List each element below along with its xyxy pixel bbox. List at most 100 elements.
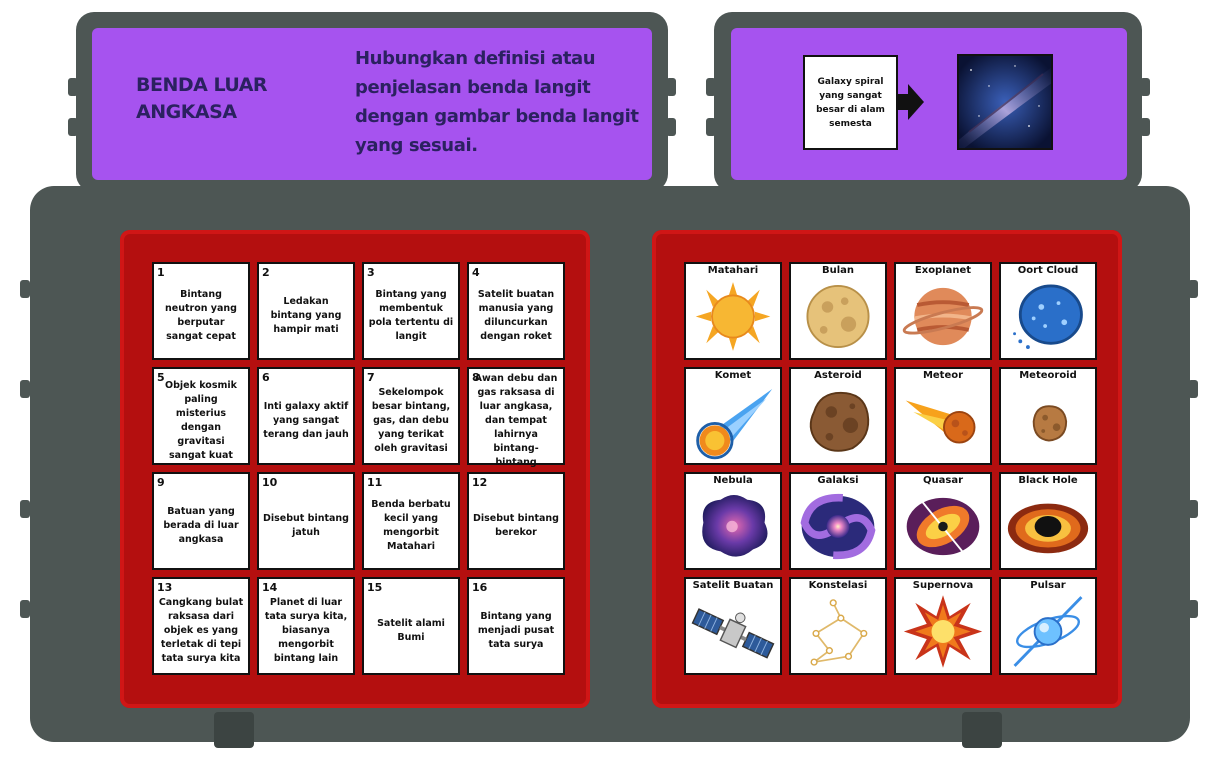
picture-label: Asteroid	[814, 370, 862, 381]
meteoroid-icon	[1032, 405, 1068, 442]
picture-label: Konstelasi	[808, 580, 868, 591]
definition-card[interactable]: 13 Cangkang bulat raksasa dari objek es y…	[152, 577, 250, 675]
definition-card[interactable]: 16 Bintang yang menjadi pusat tata surya	[467, 577, 565, 675]
satellite-icon	[691, 608, 775, 659]
frame-nub	[1140, 78, 1150, 96]
asteroid-icon	[809, 391, 870, 452]
instruction-text: Hubungkan definisi atau penjelasan benda…	[355, 48, 639, 156]
frame-nub	[706, 118, 716, 136]
frame-nub	[1140, 118, 1150, 136]
definition-card[interactable]: 8 Awan debu dan gas raksasa di luar angka…	[467, 367, 565, 468]
picture-card[interactable]: Supernova	[894, 577, 992, 675]
frame-foot	[214, 712, 254, 748]
frame-foot	[962, 712, 1002, 748]
quasar-icon	[906, 497, 980, 558]
example-panel	[731, 28, 1127, 180]
definition-text: Satelit alami Bumi	[377, 618, 445, 643]
exoplanet-icon	[902, 287, 984, 346]
definition-text: Sekelompok besar bintang, gas, dan debu …	[371, 387, 451, 454]
picture-card[interactable]: Quasar	[894, 472, 992, 570]
definition-text: Disebut bintang jatuh	[263, 513, 349, 538]
picture-label: Meteor	[922, 370, 964, 381]
definition-card[interactable]: 6 Inti galaxy aktif yang sangat terang da…	[257, 367, 355, 465]
picture-card[interactable]: Black Hole	[999, 472, 1097, 570]
definition-text: Disebut bintang berekor	[473, 513, 559, 538]
comet-icon	[696, 389, 773, 460]
picture-card[interactable]: Galaksi	[789, 472, 887, 570]
picture-card[interactable]: Nebula	[684, 472, 782, 570]
definition-text: Objek kosmik paling misterius dengan gra…	[165, 380, 237, 461]
picture-card[interactable]: Komet	[684, 367, 782, 465]
definition-text: Bintang yang membentuk pola tertentu di …	[368, 289, 454, 342]
frame-nub	[1188, 500, 1198, 518]
picture-label: Satelit Buatan	[692, 580, 774, 591]
black-hole-icon	[1007, 503, 1089, 554]
example-definition-card: Galaxy spiral yang sangat besar di alam …	[803, 55, 898, 150]
picture-card[interactable]: Pulsar	[999, 577, 1097, 675]
page-title: BENDA LUAR ANGKASA	[136, 74, 268, 123]
definition-card[interactable]: 15 Satelit alami Bumi	[362, 577, 460, 675]
sun-icon	[695, 282, 771, 351]
picture-label: Exoplanet	[914, 265, 972, 276]
picture-label: Galaksi	[817, 475, 859, 486]
definition-text: Bintang yang menjadi pusat tata surya	[477, 611, 555, 650]
frame-nub	[666, 118, 676, 136]
definition-card[interactable]: 4 Satelit buatan manusia yang diluncurkan…	[467, 262, 565, 360]
picture-label: Black Hole	[1018, 475, 1078, 486]
frame-nub	[1188, 380, 1198, 398]
definition-text: Inti galaxy aktif yang sangat terang dan…	[263, 401, 349, 440]
definition-card[interactable]: 14 Planet di luar tata surya kita, biasan…	[257, 577, 355, 675]
frame-nub	[20, 600, 30, 618]
definition-card[interactable]: 1 Bintang neutron yang berputar sangat ce…	[152, 262, 250, 360]
constellation-icon	[810, 599, 868, 666]
picture-label: Supernova	[912, 580, 974, 591]
picture-label: Meteoroid	[1019, 370, 1077, 381]
frame-nub	[20, 280, 30, 298]
definition-card[interactable]: 5 Objek kosmik paling misterius dengan gr…	[152, 367, 250, 465]
picture-card[interactable]: Exoplanet	[894, 262, 992, 360]
picture-label: Oort Cloud	[1017, 265, 1079, 276]
picture-card[interactable]: Meteor	[894, 367, 992, 465]
example-galaxy-image	[957, 54, 1053, 150]
frame-nub	[68, 78, 78, 96]
pictures-grid: Matahari Bulan Exoplanet Oort Cloud Kome…	[684, 262, 1097, 675]
galaxy-icon	[800, 493, 876, 560]
picture-card[interactable]: Bulan	[789, 262, 887, 360]
picture-card[interactable]: Satelit Buatan	[684, 577, 782, 675]
oort-cloud-icon	[1013, 284, 1083, 349]
picture-label: Komet	[714, 370, 752, 381]
picture-card[interactable]: Matahari	[684, 262, 782, 360]
definition-card[interactable]: 7 Sekelompok besar bintang, gas, dan debu…	[362, 367, 460, 465]
definition-text: Bintang neutron yang berputar sangat cep…	[165, 289, 237, 342]
frame-nub	[20, 380, 30, 398]
picture-card[interactable]: Meteoroid	[999, 367, 1097, 465]
picture-label: Quasar	[923, 475, 963, 486]
picture-card[interactable]: Konstelasi	[789, 577, 887, 675]
definition-card[interactable]: 12 Disebut bintang berekor	[467, 472, 565, 570]
definition-card[interactable]: 3 Bintang yang membentuk pola tertentu di…	[362, 262, 460, 360]
definition-text: Satelit buatan manusia yang diluncurkan …	[477, 289, 555, 342]
definition-card[interactable]: 11 Benda berbatu kecil yang mengorbit Mat…	[362, 472, 460, 570]
pulsar-icon	[1013, 596, 1083, 667]
frame-nub	[666, 78, 676, 96]
frame-nub	[1188, 280, 1198, 298]
definition-card[interactable]: 9 Batuan yang berada di luar angkasa	[152, 472, 250, 570]
frame-nub	[1188, 600, 1198, 618]
meteor-icon	[905, 400, 976, 444]
definition-text: Cangkang bulat raksasa dari objek es yan…	[158, 597, 244, 664]
definition-card[interactable]: 2 Ledakan bintang yang hampir mati	[257, 262, 355, 360]
arrow-right-icon	[898, 84, 924, 120]
picture-card[interactable]: Oort Cloud	[999, 262, 1097, 360]
moon-icon	[806, 284, 870, 349]
frame-nub	[706, 78, 716, 96]
milky-way-icon	[959, 56, 1051, 148]
definition-text: Ledakan bintang yang hampir mati	[270, 296, 342, 335]
picture-label: Matahari	[707, 265, 759, 276]
picture-label: Pulsar	[1030, 580, 1066, 591]
frame-nub	[68, 118, 78, 136]
definition-card[interactable]: 10 Disebut bintang jatuh	[257, 472, 355, 570]
supernova-icon	[903, 595, 983, 668]
frame-nub	[20, 500, 30, 518]
picture-card[interactable]: Asteroid	[789, 367, 887, 465]
example-definition-text: Galaxy spiral yang sangat besar di alam …	[816, 76, 885, 129]
